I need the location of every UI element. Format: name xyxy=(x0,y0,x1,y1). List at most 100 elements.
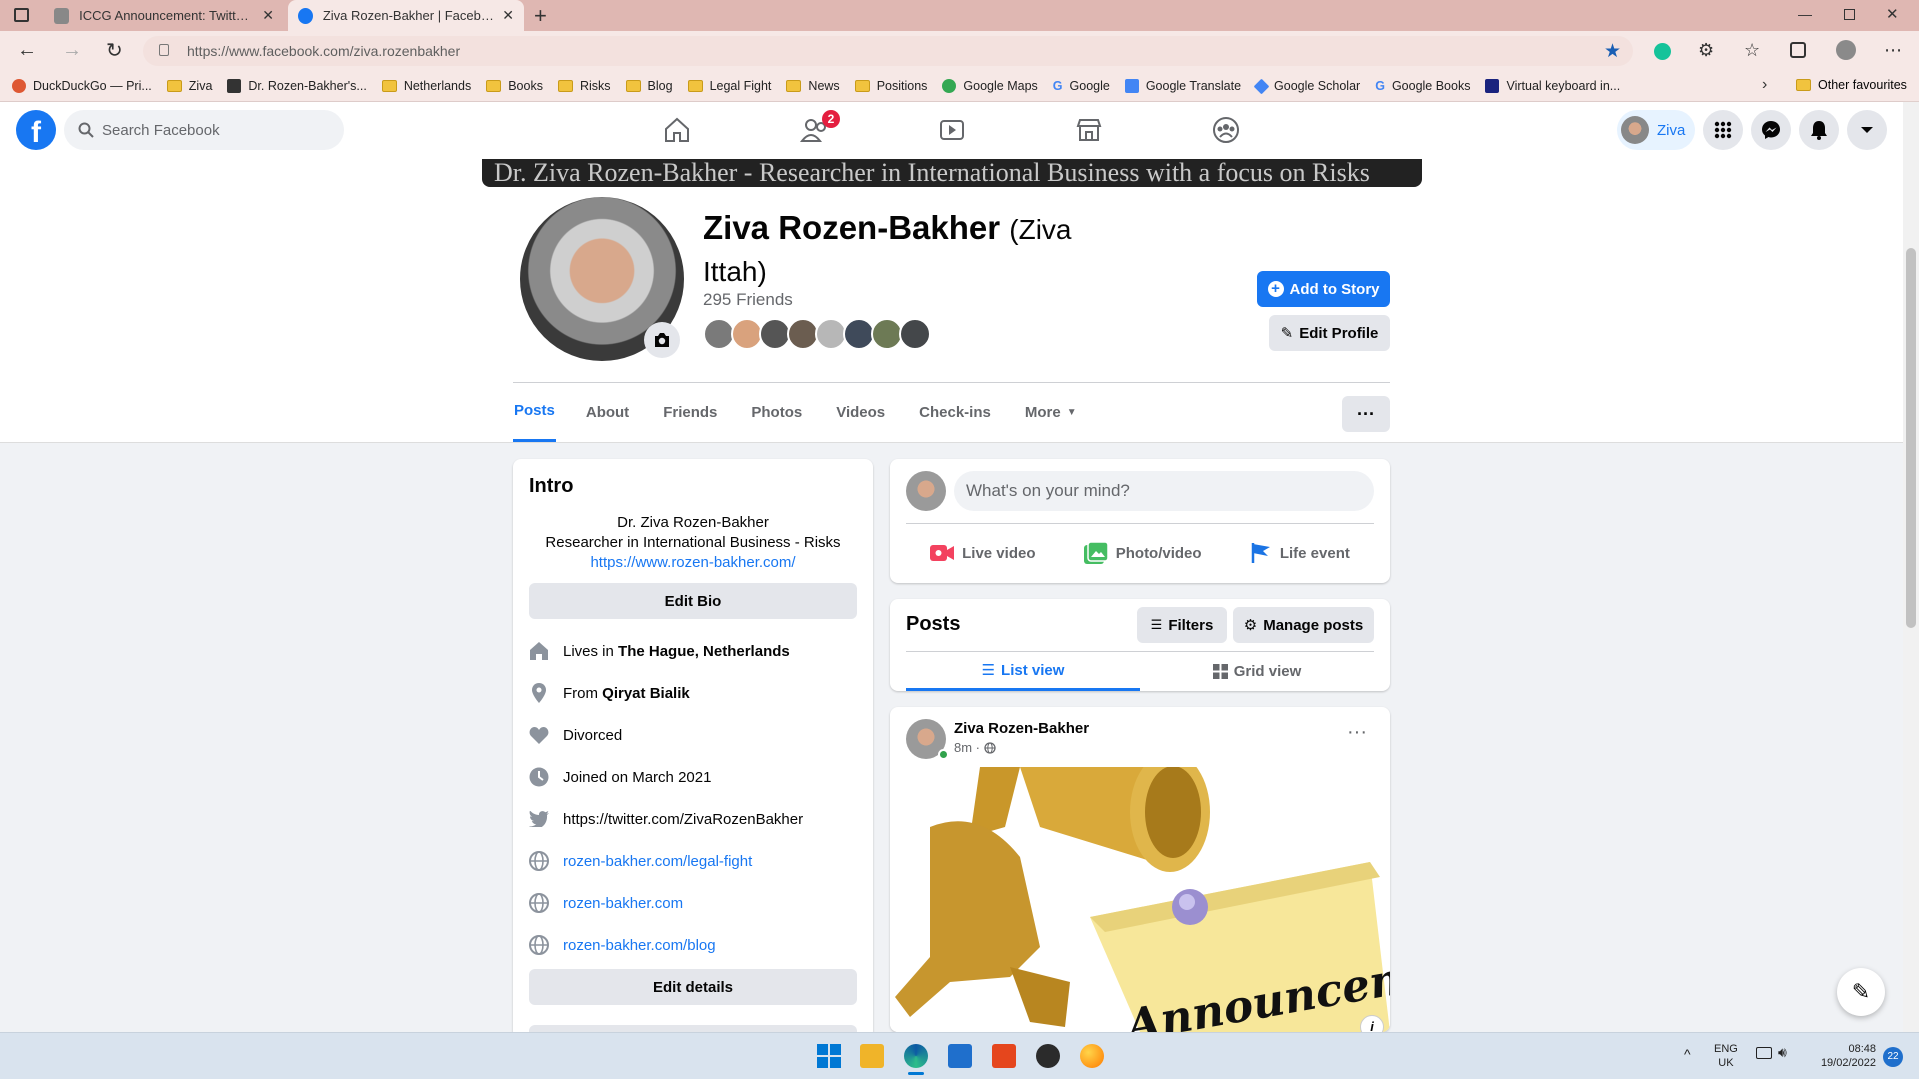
edit-details-button[interactable]: Edit details xyxy=(529,969,857,1005)
chevron-up-icon[interactable]: ^ xyxy=(1684,1046,1691,1062)
tab-friends[interactable]: Friends xyxy=(663,382,717,442)
close-icon[interactable]: ✕ xyxy=(502,7,514,24)
file-explorer-icon[interactable] xyxy=(860,1044,884,1068)
favorites-icon[interactable]: ☆ xyxy=(1744,40,1760,61)
tab-facebook[interactable]: Ziva Rozen-Bakher | Facebook ✕ xyxy=(288,0,524,31)
favorite-star-icon[interactable]: ★ xyxy=(1604,40,1621,63)
network-icon[interactable] xyxy=(1756,1047,1772,1059)
scrollbar-thumb[interactable] xyxy=(1906,248,1916,628)
store-icon[interactable] xyxy=(948,1044,972,1068)
intro-value[interactable]: The Hague, Netherlands xyxy=(618,643,790,660)
website-link[interactable]: rozen-bakher.com/legal-fight xyxy=(563,853,752,870)
grammarly-icon[interactable] xyxy=(1654,43,1671,60)
more-options-button[interactable]: ··· xyxy=(1342,396,1390,432)
bookmark-folder[interactable]: Books xyxy=(486,79,543,93)
tab-more[interactable]: More xyxy=(1025,382,1061,442)
life-event-button[interactable]: Life event xyxy=(1250,542,1350,564)
home-icon[interactable] xyxy=(663,116,691,144)
bio-link[interactable]: https://www.rozen-bakher.com/ xyxy=(513,553,873,573)
bookmark-google-books[interactable]: G Google Books xyxy=(1375,79,1470,93)
edit-profile-button[interactable]: ✎ Edit Profile xyxy=(1269,315,1390,351)
photo-video-button[interactable]: Photo/video xyxy=(1083,542,1202,564)
steam-icon[interactable] xyxy=(1036,1044,1060,1068)
tab-about[interactable]: About xyxy=(586,382,629,442)
bookmark-folder[interactable]: Legal Fight xyxy=(687,79,771,93)
tab-videos[interactable]: Videos xyxy=(836,382,885,442)
bookmark-folder[interactable]: Risks xyxy=(557,79,611,93)
bookmark-folder[interactable]: Blog xyxy=(625,79,673,93)
cover-photo[interactable]: Dr. Ziva Rozen-Bakher - Researcher in In… xyxy=(482,159,1422,187)
back-icon[interactable]: ← xyxy=(17,39,37,62)
collections-icon[interactable] xyxy=(1790,42,1806,58)
forward-icon[interactable]: → xyxy=(62,39,82,62)
whats-on-your-mind-input[interactable]: What's on your mind? xyxy=(954,471,1374,511)
account-chevron-down-icon[interactable] xyxy=(1847,110,1887,150)
manage-posts-button[interactable]: ⚙ Manage posts xyxy=(1233,607,1374,643)
messenger-icon[interactable] xyxy=(1751,110,1791,150)
user-chip[interactable]: Ziva xyxy=(1617,110,1695,150)
post-time[interactable]: 8m xyxy=(954,740,972,755)
bookmark-google[interactable]: G Google xyxy=(1053,79,1110,93)
office-icon[interactable] xyxy=(992,1044,1016,1068)
more-menu-icon[interactable]: ⋯ xyxy=(1884,40,1902,61)
watch-icon[interactable] xyxy=(938,116,966,144)
other-favourites[interactable]: Other favourites xyxy=(1796,78,1907,92)
list-view-tab[interactable]: ☰ List view xyxy=(906,652,1140,691)
notification-count-badge[interactable]: 22 xyxy=(1883,1047,1903,1067)
close-window-icon[interactable]: ✕ xyxy=(1886,5,1899,23)
friends-count[interactable]: 295 Friends xyxy=(703,290,793,310)
minimize-icon[interactable]: — xyxy=(1798,6,1812,22)
website-link[interactable]: rozen-bakher.com xyxy=(563,895,683,912)
chevron-right-icon[interactable]: › xyxy=(1762,76,1767,94)
bookmark-folder[interactable]: Positions xyxy=(854,79,927,93)
bookmark-google-scholar[interactable]: Google Scholar xyxy=(1253,78,1360,94)
address-input[interactable]: https://www.facebook.com/ziva.rozenbakhe… xyxy=(143,36,1633,66)
profile-avatar-icon[interactable] xyxy=(1836,40,1856,60)
bookmark-folder[interactable]: Ziva xyxy=(166,79,212,93)
new-tab-icon[interactable]: + xyxy=(534,3,547,29)
add-to-story-button[interactable]: + Add to Story xyxy=(1257,271,1390,307)
intro-value[interactable]: https://twitter.com/ZivaRozenBakher xyxy=(563,811,803,828)
browser-app-icon[interactable] xyxy=(1080,1044,1104,1068)
tab-actions-icon[interactable] xyxy=(14,8,29,22)
notifications-bell-icon[interactable] xyxy=(1799,110,1839,150)
edit-bio-button[interactable]: Edit Bio xyxy=(529,583,857,619)
groups-icon[interactable] xyxy=(1212,116,1240,144)
volume-icon[interactable]: 🔊︎ xyxy=(1778,1044,1787,1061)
filters-button[interactable]: ☰ Filters xyxy=(1137,607,1227,643)
clock[interactable]: 08:48 19/02/2022 xyxy=(1810,1042,1876,1070)
tab-check-ins[interactable]: Check-ins xyxy=(919,382,991,442)
restore-icon[interactable] xyxy=(1844,9,1855,20)
marketplace-icon[interactable] xyxy=(1075,116,1103,144)
bookmark-rozen-bakher[interactable]: Dr. Rozen-Bakher's... xyxy=(227,79,367,93)
tab-posts[interactable]: Posts xyxy=(513,382,556,442)
language-indicator[interactable]: ENG UK xyxy=(1714,1042,1738,1070)
bookmark-google-translate[interactable]: Google Translate xyxy=(1124,79,1241,93)
windows-start-icon[interactable] xyxy=(817,1044,841,1068)
bookmark-folder[interactable]: News xyxy=(786,79,840,93)
edge-icon[interactable] xyxy=(904,1044,928,1068)
live-video-button[interactable]: Live video xyxy=(930,544,1035,562)
extensions-icon[interactable]: ⚙ xyxy=(1698,40,1714,61)
bookmark-virtual-keyboard[interactable]: Virtual keyboard in... xyxy=(1485,79,1620,93)
friend-avatar[interactable] xyxy=(899,318,931,350)
post-image[interactable]: Announcement! xyxy=(890,767,1390,1032)
facebook-logo-icon[interactable]: f xyxy=(16,110,56,150)
bookmark-duckduckgo[interactable]: DuckDuckGo — Pri... xyxy=(12,79,152,93)
post-author[interactable]: Ziva Rozen-Bakher xyxy=(954,720,1089,737)
tab-photos[interactable]: Photos xyxy=(751,382,802,442)
refresh-icon[interactable]: ↻ xyxy=(106,38,123,63)
tab-iccg[interactable]: ICCG Announcement: Twitter Cy ✕ xyxy=(44,0,284,31)
search-input[interactable]: Search Facebook xyxy=(64,110,344,150)
new-message-icon[interactable]: ✎ xyxy=(1837,968,1885,1016)
intro-value[interactable]: Qiryat Bialik xyxy=(602,685,690,702)
website-link[interactable]: rozen-bakher.com/blog xyxy=(563,937,716,954)
bookmark-folder[interactable]: Netherlands xyxy=(381,79,471,93)
bookmark-google-maps[interactable]: Google Maps xyxy=(942,79,1038,93)
post-options-icon[interactable]: ··· xyxy=(1347,721,1367,744)
camera-icon[interactable] xyxy=(644,322,680,358)
grid-view-tab[interactable]: Grid view xyxy=(1140,652,1374,691)
info-icon[interactable]: i xyxy=(1360,1015,1384,1032)
avatar[interactable] xyxy=(906,471,946,511)
close-icon[interactable]: ✕ xyxy=(262,7,274,24)
